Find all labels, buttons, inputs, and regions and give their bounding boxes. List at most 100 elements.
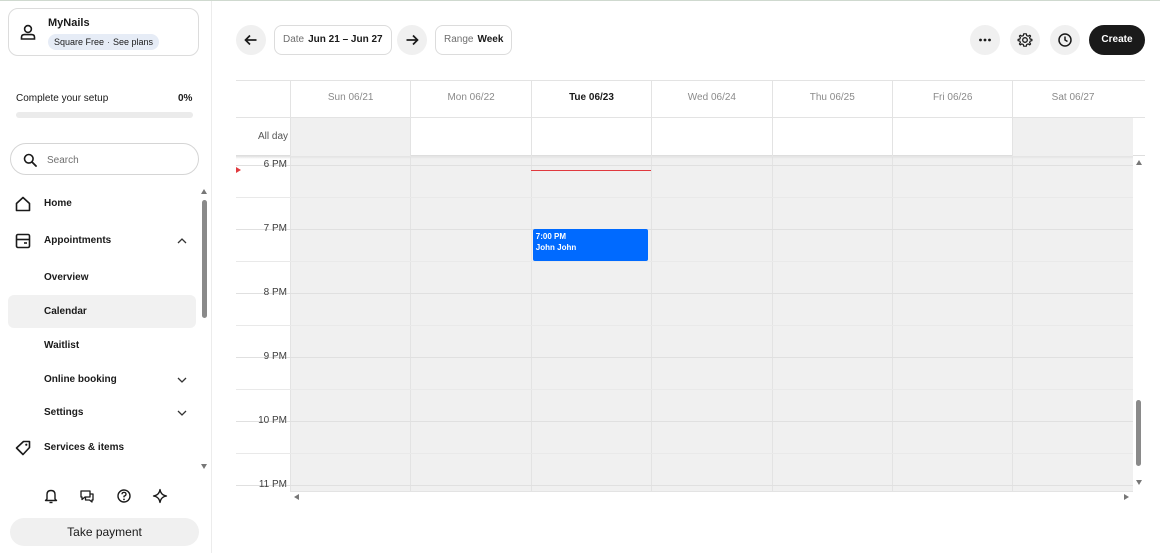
nav-waitlist-label: Waitlist [44,340,80,351]
hour-label: 7 PM [263,223,287,234]
setup-title[interactable]: Complete your setup [16,93,108,104]
nav-calendar[interactable]: Calendar [8,295,196,328]
day-header-row: Sun 06/21 Mon 06/22 Tue 06/23 Wed 06/24 Thu … [236,80,1145,119]
day-header[interactable]: Mon 06/22 [410,81,530,119]
day-header[interactable]: Wed 06/24 [651,81,771,119]
chat-icon[interactable] [79,488,95,504]
arrow-right-icon [406,34,419,46]
all-day-cell[interactable] [530,118,651,156]
hour-line [236,357,1133,358]
nav-home-label: Home [44,198,72,209]
more-horizontal-icon [979,38,991,42]
day-header[interactable]: Thu 06/25 [771,81,892,119]
gear-icon [1017,33,1033,47]
arrow-left-icon [244,34,257,46]
nav-calendar-label: Calendar [44,306,87,317]
sidebar-scrollbar-thumb[interactable] [202,200,207,318]
day-header[interactable]: Tue 06/23 [530,81,651,119]
business-name: MyNails [48,17,90,29]
hour-label: 10 PM [258,415,287,426]
nav-home[interactable]: Home [8,187,196,220]
setup-progress-bar [16,112,193,118]
all-day-row: All day [236,118,1145,156]
current-time-line [530,170,652,171]
hour-label: 11 PM [258,479,287,490]
day-header[interactable]: Sun 06/21 [290,81,410,119]
prev-week-button[interactable] [236,25,266,55]
grid-scroll-down-arrow[interactable] [1136,480,1142,485]
day-header[interactable]: Fri 06/26 [892,81,1012,119]
hour-line [236,165,1133,166]
see-plans-link[interactable]: See plans [113,37,153,47]
all-day-cell[interactable] [892,118,1012,156]
person-icon [20,24,36,40]
chevron-down-icon[interactable] [176,374,188,386]
hour-line [236,485,1133,486]
hour-label: 6 PM [263,159,287,170]
all-day-label: All day [257,131,288,142]
scroll-left-arrow[interactable] [294,494,299,500]
calendar-icon [15,233,31,249]
range-value: Week [477,34,504,45]
all-day-cell[interactable] [290,118,411,156]
half-hour-line [236,453,1133,454]
nav-appointments-label: Appointments [44,235,112,246]
grid-scroll-up-arrow[interactable] [1136,160,1142,165]
history-button[interactable] [1050,25,1080,55]
tag-icon [15,440,31,456]
bell-icon[interactable] [44,488,58,504]
nav-services-items-label: Services & items [44,442,125,453]
date-label: Date [283,34,305,45]
nav-overview[interactable]: Overview [8,261,196,294]
nav-settings-label: Settings [44,407,84,418]
nav-appointments[interactable]: Appointments [8,224,196,257]
home-icon [15,196,31,212]
search-icon [23,153,37,167]
nav-settings[interactable]: Settings [8,396,196,429]
current-time-marker [236,167,241,173]
date-range-picker[interactable]: Date Jun 21 – Jun 27 [274,25,392,55]
plan-badge[interactable]: Square Free · See plans [48,34,160,50]
grid-scrollbar-thumb[interactable] [1136,400,1141,466]
all-day-cell[interactable] [1012,118,1133,156]
more-options-button[interactable] [970,25,1000,55]
range-selector[interactable]: Range Week [435,25,513,55]
half-hour-line [236,325,1133,326]
sidebar-scroll-up-arrow[interactable] [201,189,207,194]
appointment-time: 7:00 PM [535,232,567,241]
hour-line [236,293,1133,294]
search-box[interactable] [10,143,199,175]
time-grid[interactable]: 6 PM 7 PM 8 PM 9 PM 10 PM 11 PM 7:00 PM John Jo… [236,157,1133,492]
take-payment-button[interactable]: Take payment [10,518,199,546]
plan-name: Square Free [54,37,105,47]
scroll-right-arrow[interactable] [1124,494,1129,500]
nav-services-items[interactable]: Services & items [8,431,196,464]
nav-waitlist[interactable]: Waitlist [8,329,196,362]
help-icon[interactable] [116,488,132,504]
calendar-settings-button[interactable] [1010,25,1040,55]
business-switcher[interactable]: MyNails Square Free · See plans [8,8,199,56]
all-day-cell[interactable] [410,118,530,156]
nav-online-booking-label: Online booking [44,374,117,385]
horizontal-scrollbar[interactable] [290,491,1133,502]
hour-label: 9 PM [263,351,287,362]
sparkle-icon[interactable] [152,488,168,504]
sidebar: MyNails Square Free · See plans Complete y… [0,1,212,553]
chevron-down-icon[interactable] [176,407,188,419]
appointment-card[interactable]: 7:00 PM John John [532,229,649,261]
chevron-up-icon[interactable] [176,235,188,247]
sidebar-scroll-down-arrow[interactable] [201,464,207,469]
search-input[interactable] [47,151,187,169]
day-header[interactable]: Sat 06/27 [1012,81,1132,119]
hour-line [236,421,1133,422]
hour-label: 8 PM [263,287,287,298]
all-day-cell[interactable] [651,118,771,156]
nav-online-booking[interactable]: Online booking [8,363,196,396]
all-day-cell[interactable] [771,118,892,156]
setup-percent: 0% [178,93,193,104]
half-hour-line [236,261,1133,262]
clock-icon [1058,33,1072,47]
create-button[interactable]: Create [1089,25,1145,55]
next-week-button[interactable] [397,25,427,55]
date-value: Jun 21 – Jun 27 [308,34,383,45]
